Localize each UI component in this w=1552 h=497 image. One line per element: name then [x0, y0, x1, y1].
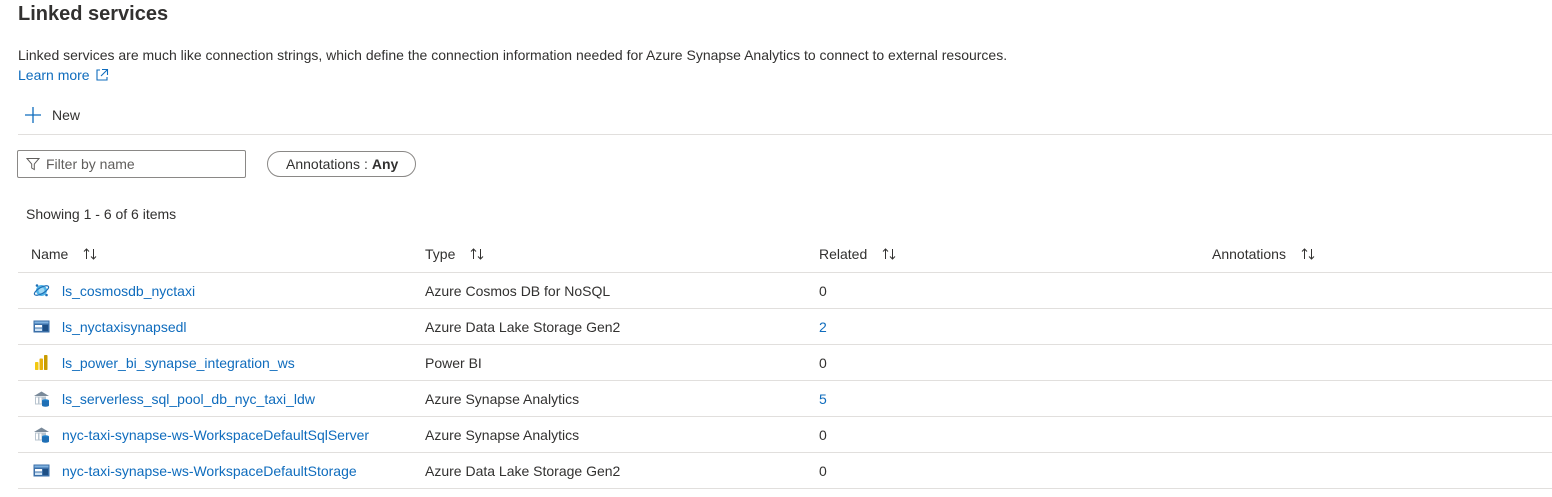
column-header-related[interactable]: Related	[819, 236, 897, 272]
synapse-analytics-icon	[33, 390, 50, 407]
linked-service-name-link[interactable]: nyc-taxi-synapse-ws-WorkspaceDefaultSqlS…	[62, 427, 369, 443]
table-header: Name Type Related Annotations	[18, 236, 1552, 273]
linked-service-name-link[interactable]: ls_nyctaxisynapsedl	[62, 319, 187, 335]
related-count-link[interactable]: 2	[819, 309, 827, 344]
table-row[interactable]: nyc-taxi-synapse-ws-WorkspaceDefaultStor…	[18, 453, 1552, 489]
table-row[interactable]: ls_cosmosdb_nyctaxi Azure Cosmos DB for …	[18, 273, 1552, 309]
type-cell: Power BI	[425, 354, 482, 371]
related-count: 0	[819, 282, 827, 299]
type-cell: Azure Cosmos DB for NoSQL	[425, 282, 611, 299]
sort-icon	[82, 246, 98, 262]
annotations-filter-pill[interactable]: Annotations : Any	[267, 151, 417, 177]
command-bar: New	[18, 100, 1552, 135]
page-title: Linked services	[18, 3, 169, 25]
external-link-icon	[95, 68, 109, 82]
sort-icon	[1300, 246, 1316, 262]
table-row[interactable]: nyc-taxi-synapse-ws-WorkspaceDefaultSqlS…	[18, 417, 1552, 453]
synapse-analytics-icon	[33, 426, 50, 443]
name-cell: nyc-taxi-synapse-ws-WorkspaceDefaultSqlS…	[33, 417, 369, 452]
name-cell: ls_power_bi_synapse_integration_ws	[33, 345, 295, 380]
item-count-status: Showing 1 - 6 of 6 items	[26, 206, 177, 222]
column-header-label: Name	[31, 246, 69, 262]
name-cell: ls_cosmosdb_nyctaxi	[33, 273, 195, 308]
column-header-label: Type	[425, 246, 456, 262]
data-lake-storage-icon	[33, 462, 50, 479]
new-button[interactable]: New	[24, 104, 80, 126]
data-lake-storage-icon	[33, 318, 50, 335]
related-count: 0	[819, 354, 827, 371]
column-header-type[interactable]: Type	[425, 236, 485, 272]
cosmos-db-icon	[33, 282, 50, 299]
linked-service-name-link[interactable]: ls_power_bi_synapse_integration_ws	[62, 355, 295, 371]
name-cell: nyc-taxi-synapse-ws-WorkspaceDefaultStor…	[33, 453, 357, 488]
annotations-filter-label: Annotations	[286, 156, 360, 172]
filter-by-name-input[interactable]	[46, 156, 236, 172]
new-button-label: New	[52, 107, 81, 123]
related-count: 0	[819, 426, 827, 443]
name-cell: ls_serverless_sql_pool_db_nyc_taxi_ldw	[33, 381, 315, 416]
related-count-link[interactable]: 5	[819, 381, 827, 416]
type-cell: Azure Synapse Analytics	[425, 426, 580, 443]
column-header-label: Related	[819, 246, 868, 262]
table-row[interactable]: ls_serverless_sql_pool_db_nyc_taxi_ldw A…	[18, 381, 1552, 417]
linked-service-name-link[interactable]: nyc-taxi-synapse-ws-WorkspaceDefaultStor…	[62, 463, 357, 479]
linked-service-name-link[interactable]: ls_serverless_sql_pool_db_nyc_taxi_ldw	[62, 391, 315, 407]
table-row[interactable]: ls_power_bi_synapse_integration_ws Power…	[18, 345, 1552, 381]
sort-icon	[469, 246, 485, 262]
column-header-label: Annotations	[1212, 246, 1286, 262]
type-cell: Azure Synapse Analytics	[425, 390, 580, 407]
linked-service-name-link[interactable]: ls_cosmosdb_nyctaxi	[62, 283, 195, 299]
column-header-name[interactable]: Name	[31, 236, 98, 272]
page-description: Linked services are much like connection…	[18, 47, 1008, 63]
type-cell: Azure Data Lake Storage Gen2	[425, 462, 621, 479]
column-header-annotations[interactable]: Annotations	[1212, 236, 1316, 272]
filter-by-name-field[interactable]	[17, 150, 246, 178]
filter-icon	[25, 157, 41, 171]
table-row[interactable]: ls_nyctaxisynapsedl Azure Data Lake Stor…	[18, 309, 1552, 345]
annotations-filter-separator: :	[363, 156, 368, 172]
sort-icon	[881, 246, 897, 262]
learn-more-label: Learn more	[18, 67, 90, 83]
linked-services-table: Name Type Related Annotations ls_cosmosd…	[18, 236, 1552, 489]
plus-icon	[24, 106, 42, 124]
power-bi-icon	[33, 354, 50, 371]
type-cell: Azure Data Lake Storage Gen2	[425, 318, 621, 335]
name-cell: ls_nyctaxisynapsedl	[33, 309, 187, 344]
related-count: 0	[819, 462, 827, 479]
annotations-filter-value: Any	[371, 156, 399, 172]
learn-more-link[interactable]: Learn more	[18, 66, 109, 84]
